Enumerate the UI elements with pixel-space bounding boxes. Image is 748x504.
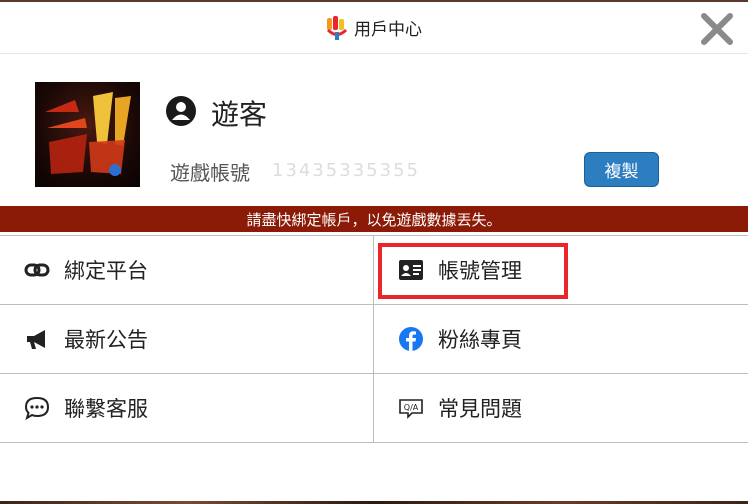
copy-button[interactable]: 複製 <box>584 152 659 187</box>
qa-icon: Q/A <box>398 395 424 421</box>
username: 遊客 <box>211 98 268 131</box>
account-label: 遊戲帳號 <box>170 161 250 185</box>
menu-item-label: 粉絲專頁 <box>438 328 522 352</box>
menu-item-customer-service[interactable]: 聯繫客服 <box>0 374 374 443</box>
menu-item-label: 聯繫客服 <box>64 397 148 421</box>
menu-item-label: 帳號管理 <box>438 259 522 283</box>
game-logo <box>35 82 140 187</box>
header: 用戶中心 <box>0 2 748 54</box>
menu-item-bind-platform[interactable]: 綁定平台 <box>0 236 374 305</box>
close-icon[interactable] <box>698 10 736 48</box>
profile-section: 遊客 遊戲帳號 13435335355 複製 <box>0 55 748 205</box>
id-card-icon <box>398 257 424 283</box>
link-icon <box>24 257 50 283</box>
user-icon <box>166 96 196 126</box>
menu-item-label: 綁定平台 <box>64 259 148 283</box>
menu-item-label: 常見問題 <box>438 397 522 421</box>
page-title: 用戶中心 <box>354 20 422 40</box>
menu-item-account-manage[interactable]: 帳號管理 <box>374 236 748 305</box>
account-value: 13435335355 <box>272 160 420 181</box>
menu-item-faq[interactable]: Q/A 常見問題 <box>374 374 748 443</box>
menu-grid: 綁定平台 帳號管理 最新公告 粉絲專頁 聯繫客服 Q/A 常見問題 <box>0 236 748 443</box>
facebook-icon <box>398 326 424 352</box>
app-logo-icon <box>326 15 348 40</box>
svg-text:Q/A: Q/A <box>404 403 419 412</box>
menu-item-fan-page[interactable]: 粉絲專頁 <box>374 305 748 374</box>
menu-item-label: 最新公告 <box>64 328 148 352</box>
chat-bubble-icon <box>24 395 50 421</box>
megaphone-icon <box>24 326 50 352</box>
game-logo-art <box>45 92 131 176</box>
warning-banner: 請盡快綁定帳戶，以免遊戲數據丟失。 <box>0 206 748 232</box>
menu-item-news[interactable]: 最新公告 <box>0 305 374 374</box>
